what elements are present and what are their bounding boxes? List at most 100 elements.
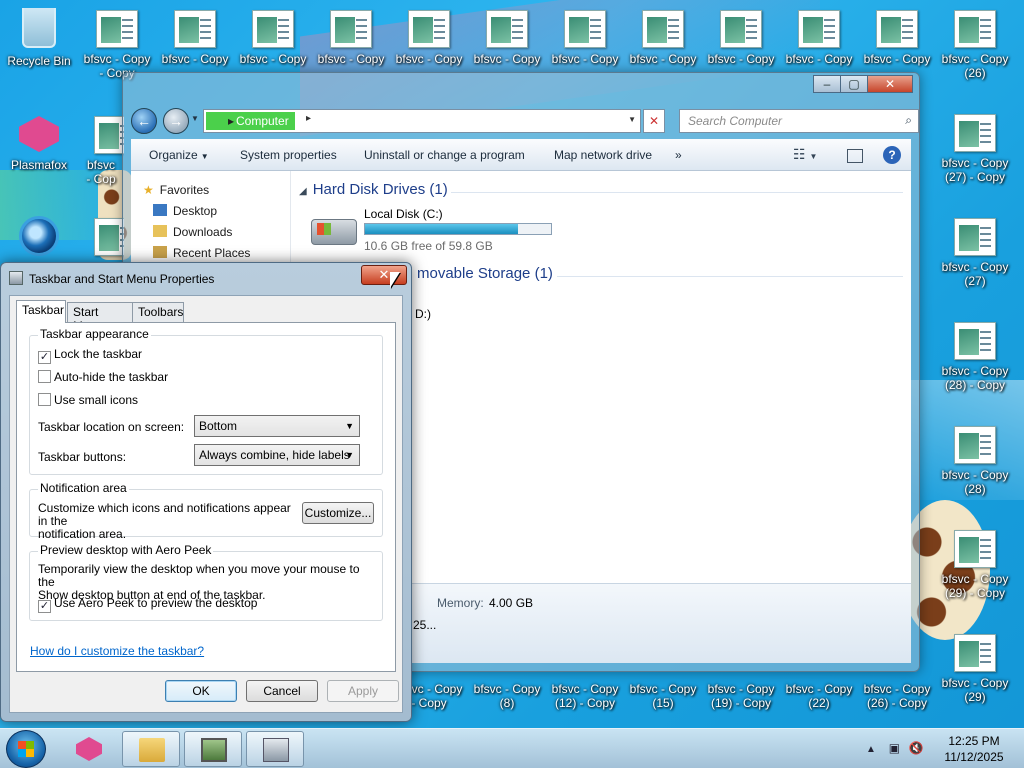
- small-icons-checkbox[interactable]: Use small icons: [38, 393, 138, 407]
- downloads-folder-icon: [153, 225, 167, 237]
- maximize-button[interactable]: ▢: [840, 75, 868, 93]
- desktop-icon-file[interactable]: bfsvc - Copy (27) - Copy: [936, 104, 1014, 204]
- taskbar-properties[interactable]: [246, 731, 304, 767]
- taskbar-properties-dialog: Taskbar and Start Menu Properties ✕ Task…: [0, 262, 412, 722]
- desktop-icon-recycle-bin[interactable]: Recycle Bin: [0, 0, 78, 100]
- desktop-icon-sublabel: (29) - Copy: [944, 586, 1006, 600]
- file-icon: [954, 10, 996, 48]
- desktop-icon-label: Plasmafox: [10, 158, 68, 172]
- lock-taskbar-checkbox[interactable]: ✓ Lock the taskbar: [38, 347, 142, 364]
- ok-button[interactable]: OK: [165, 680, 237, 702]
- desktop-icon-file[interactable]: bfsvc - Cop: [78, 106, 124, 206]
- notification-description: Customize which icons and notifications …: [38, 501, 291, 541]
- group-header-removable[interactable]: movable Storage (1): [417, 265, 553, 282]
- more-commands-button[interactable]: »: [675, 148, 682, 162]
- volume-muted-icon[interactable]: 🔇: [909, 741, 924, 755]
- location-label: Taskbar location on screen:: [38, 420, 185, 434]
- forward-button[interactable]: →: [163, 108, 189, 134]
- desktop-icon-file[interactable]: bfsvc - Copy (26) - Copy: [858, 670, 936, 726]
- group-header-hard-disks[interactable]: ◢ Hard Disk Drives (1): [299, 181, 448, 198]
- file-icon: [642, 10, 684, 48]
- help-icon[interactable]: ?: [883, 146, 901, 164]
- preview-pane-icon[interactable]: [847, 149, 863, 163]
- address-dropdown-icon[interactable]: ▼: [628, 115, 636, 124]
- recycle-bin-icon: [22, 8, 56, 48]
- uninstall-program-button[interactable]: Uninstall or change a program: [364, 148, 525, 162]
- file-icon: [252, 10, 294, 48]
- desktop-icon-file[interactable]: bfsvc - Copy (28) - Copy: [936, 312, 1014, 412]
- dialog-close-button[interactable]: ✕: [361, 265, 407, 285]
- desktop-icon-sublabel: (29): [964, 690, 986, 704]
- desktop-icon-file[interactable]: bfsvc - Copy (8): [468, 670, 546, 726]
- desktop-icon-sublabel: (28) - Copy: [944, 378, 1006, 392]
- desktop-icon-file[interactable]: bfsvc - Copy (29): [936, 624, 1014, 724]
- desktop-icon-file[interactable]: bfsvc - Copy (15): [624, 670, 702, 726]
- group-title: Taskbar appearance: [38, 327, 151, 341]
- file-icon: [954, 426, 996, 464]
- desktop-icon-file[interactable]: bfsvc - Copy (28): [936, 416, 1014, 516]
- breadcrumb-arrow-icon[interactable]: ▸: [306, 113, 311, 124]
- file-icon: [408, 10, 450, 48]
- group-title: Preview desktop with Aero Peek: [38, 543, 214, 557]
- breadcrumb-computer[interactable]: Computer: [206, 112, 295, 130]
- back-button[interactable]: ←: [131, 108, 157, 134]
- minimize-button[interactable]: –: [813, 75, 841, 93]
- search-input[interactable]: Search Computer ⌕: [679, 109, 919, 133]
- tab-start-menu[interactable]: Start Menu: [67, 302, 133, 333]
- taskbar-plasmafox[interactable]: [60, 731, 118, 767]
- file-icon: [94, 218, 124, 256]
- star-icon: ★: [143, 183, 154, 197]
- desktop-icon-sublabel: (27) - Copy: [944, 170, 1006, 184]
- location-select[interactable]: Bottom ▼: [194, 415, 360, 437]
- search-placeholder: Search Computer: [688, 114, 783, 128]
- nav-downloads[interactable]: Downloads: [153, 225, 232, 239]
- window-controls: – ▢ ✕: [813, 75, 913, 93]
- file-icon: [954, 322, 996, 360]
- desktop-icon-label: bfsvc - Copy: [941, 156, 1009, 170]
- desktop-icon-label: bfsvc - Copy: [161, 52, 229, 66]
- desktop-icon-label: Recycle Bin: [7, 54, 71, 68]
- group-aero-peek: Preview desktop with Aero Peek Temporari…: [29, 543, 383, 621]
- desktop-icon-plasmafox[interactable]: Plasmafox: [0, 106, 78, 206]
- map-network-drive-button[interactable]: Map network drive: [554, 148, 652, 162]
- address-bar[interactable]: Computer ▸ ▼: [203, 109, 641, 133]
- desktop-icon-label: bfsvc - Copy: [239, 52, 307, 66]
- network-icon[interactable]: ▣: [889, 741, 900, 755]
- taskbar-system-app[interactable]: [184, 731, 242, 767]
- taskbar-explorer[interactable]: [122, 731, 180, 767]
- apply-button[interactable]: Apply: [327, 680, 399, 702]
- stop-button[interactable]: ✕: [643, 109, 665, 133]
- desktop-icon-file[interactable]: bfsvc - Copy (19) - Copy: [702, 670, 780, 726]
- system-properties-button[interactable]: System properties: [240, 148, 337, 162]
- nav-recent-places[interactable]: Recent Places: [153, 246, 250, 260]
- nav-desktop[interactable]: Desktop: [153, 204, 217, 218]
- nav-favorites[interactable]: ★ Favorites: [143, 183, 209, 197]
- tab-toolbars[interactable]: Toolbars: [132, 302, 184, 322]
- desktop-icon-file[interactable]: bfsvc - Copy (12) - Copy: [546, 670, 624, 726]
- clock-date: 11/12/2025: [944, 750, 1004, 764]
- view-options-icon[interactable]: ☷ ▼: [793, 146, 817, 163]
- customize-button[interactable]: Customize...: [302, 502, 374, 524]
- drive-removable-label[interactable]: D:): [415, 307, 431, 321]
- details-processor-partial: 25...: [413, 618, 437, 632]
- desktop-icon-file[interactable]: bfsvc - Copy (22): [780, 670, 858, 726]
- organize-button[interactable]: Organize ▼: [149, 148, 209, 162]
- cancel-button[interactable]: Cancel: [246, 680, 318, 702]
- desktop-icon-file[interactable]: bfsvc - Copy (26): [936, 0, 1014, 100]
- desktop-icon-file[interactable]: bfsvc - Copy (27): [936, 208, 1014, 308]
- tab-taskbar[interactable]: Taskbar: [16, 300, 66, 323]
- clock[interactable]: 12:25 PM 11/12/2025: [938, 733, 1010, 765]
- help-link[interactable]: How do I customize the taskbar?: [30, 644, 204, 658]
- start-button[interactable]: [6, 730, 46, 768]
- aero-peek-checkbox[interactable]: ✓ Use Aero Peek to preview the desktop: [38, 596, 257, 613]
- desktop-icon-label: bfsvc - Copy: [83, 52, 151, 66]
- show-hidden-icons-icon[interactable]: ▲: [866, 744, 876, 755]
- desktop-icon-file[interactable]: bfsvc - Copy (29) - Copy: [936, 520, 1014, 620]
- autohide-taskbar-checkbox[interactable]: Auto-hide the taskbar: [38, 370, 168, 384]
- recent-pages-dropdown[interactable]: ▼: [191, 114, 199, 123]
- search-icon[interactable]: ⌕: [905, 113, 912, 128]
- buttons-select[interactable]: Always combine, hide labels ▼: [194, 444, 360, 466]
- close-button[interactable]: ✕: [867, 75, 913, 93]
- group-notification-area: Notification area Customize which icons …: [29, 481, 383, 541]
- plasmafox-icon: [76, 737, 102, 761]
